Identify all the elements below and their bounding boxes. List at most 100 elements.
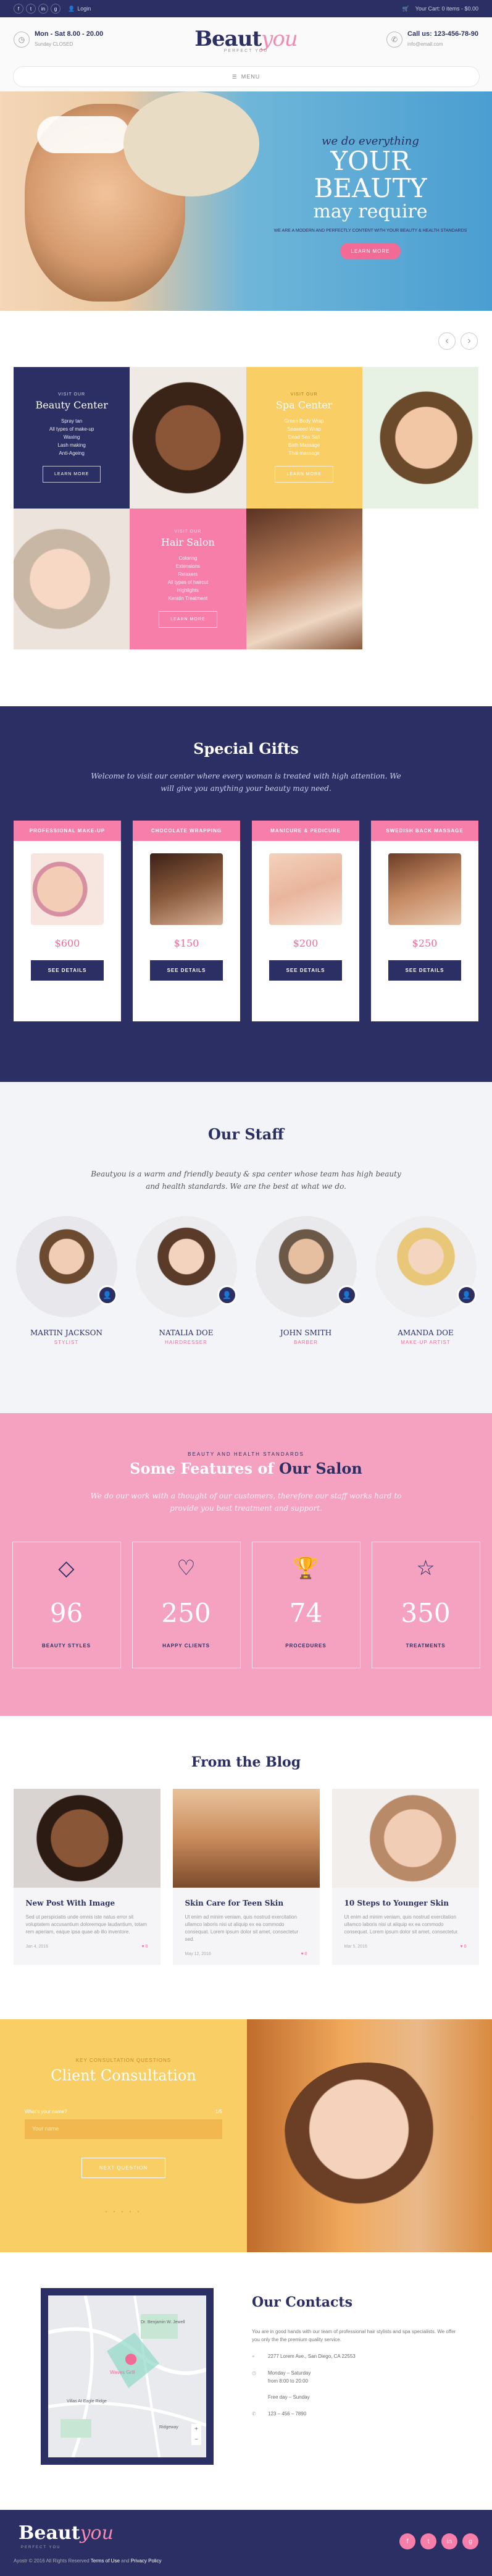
map-pin-icon[interactable]: ⬤ [125, 2352, 137, 2365]
gifts-subtitle: Welcome to visit our center where every … [91, 772, 401, 793]
gift-image [269, 853, 342, 925]
service-item: Relaxers [178, 572, 198, 578]
contacts-section: ⬤ Waves Grill Dr. Benjamin W. Jewell Vil… [0, 2252, 492, 2510]
menu-bar: ☰ MENU [0, 62, 492, 91]
service-title: Beauty Center [35, 399, 108, 412]
post-likes[interactable]: ♥ 0 [142, 1945, 148, 1949]
blog-post[interactable]: Skin Care for Teen Skin Ut enim ad minim… [172, 1789, 320, 1965]
staff-member[interactable]: 👤 MARTIN JACKSON STYLIST [15, 1216, 117, 1345]
staff-role: MAKE-UP ARTIST [401, 1340, 451, 1345]
cart-summary[interactable]: Your Cart: 0 items - $0.00 [415, 6, 478, 12]
contact-phone[interactable]: 123 – 456 – 7890 [268, 2410, 306, 2418]
map-label: Waves Grill [110, 2370, 135, 2375]
post-title[interactable]: Skin Care for Teen Skin [173, 1888, 320, 1907]
staff-member[interactable]: 👤 AMANDA DOE MAKE-UP ARTIST [375, 1216, 477, 1345]
next-arrow-icon[interactable]: › [461, 332, 478, 350]
post-excerpt: Ut enim ad minim veniam, quis nostrud ex… [344, 1914, 459, 1935]
gift-image [31, 853, 104, 925]
post-likes[interactable]: ♥ 0 [461, 1945, 467, 1949]
see-details-button[interactable]: SEE DETAILS [31, 960, 104, 981]
terms-link[interactable]: Terms of Use [91, 2558, 120, 2564]
post-title[interactable]: New Post With Image [14, 1888, 161, 1907]
footer-logo-main: Beaut [19, 2522, 80, 2544]
consultation-form: KEY CONSULTATION QUESTIONS Client Consul… [0, 2019, 247, 2252]
email-text[interactable]: info@email.com [407, 41, 443, 47]
facebook-icon[interactable]: f [14, 4, 23, 14]
twitter-icon[interactable]: t [420, 2533, 436, 2549]
consultation-section: KEY CONSULTATION QUESTIONS Client Consul… [0, 2019, 492, 2252]
learn-more-button[interactable]: LEARN MORE [275, 466, 333, 483]
blog-post[interactable]: New Post With Image Sed ut perspiciatis … [13, 1789, 161, 1965]
see-details-button[interactable]: SEE DETAILS [150, 960, 223, 981]
user-icon[interactable]: 👤 [217, 1285, 237, 1305]
stat-label: PROCEDURES [285, 1643, 327, 1649]
gift-card: SWEDISH BACK MASSAGE $250 SEE DETAILS [371, 821, 478, 1021]
service-image-makeup-brush [14, 508, 130, 649]
privacy-link[interactable]: Privacy Policy [131, 2558, 162, 2564]
pagination-dots[interactable]: • • • • • [0, 2209, 247, 2215]
phone-icon: ✆ [252, 2411, 256, 2417]
cart-icon[interactable]: 🛒 [402, 6, 409, 12]
google-plus-icon[interactable]: g [51, 4, 60, 14]
avatar: 👤 [255, 1216, 357, 1317]
see-details-button[interactable]: SEE DETAILS [269, 960, 342, 981]
contact-info: Our Contacts You are in good hands with … [252, 2294, 462, 2418]
post-image[interactable] [331, 1789, 479, 1888]
user-icon[interactable]: 👤 [456, 1285, 477, 1305]
user-icon: 👤 [68, 5, 75, 12]
gift-card-title: MANICURE & PEDICURE [252, 821, 359, 841]
name-input[interactable]: Your name [25, 2119, 222, 2139]
map-zoom-controls[interactable]: + − [191, 2424, 201, 2445]
login-link[interactable]: Login [77, 6, 91, 12]
gift-card-title: CHOCOLATE WRAPPING [133, 821, 240, 841]
learn-more-button[interactable]: LEARN MORE [159, 611, 217, 628]
twitter-icon[interactable]: t [26, 4, 36, 14]
copyright-and: and [119, 2558, 131, 2564]
stat-value: 96 [49, 1598, 83, 1628]
linkedin-icon[interactable]: in [38, 4, 48, 14]
service-item: All types of haircut [167, 580, 209, 586]
post-image[interactable] [172, 1789, 320, 1888]
menu-toggle[interactable]: ☰ MENU [12, 66, 480, 87]
learn-more-button[interactable]: LEARN MORE [42, 466, 101, 483]
hero-learn-more-button[interactable]: LEARN MORE [340, 243, 401, 260]
google-plus-icon[interactable]: g [462, 2533, 478, 2549]
prev-arrow-icon[interactable]: ‹ [438, 332, 456, 350]
consultation-image [247, 2019, 492, 2252]
contacts-title: Our Contacts [252, 2294, 352, 2310]
post-image[interactable] [13, 1789, 161, 1888]
service-item: Anti-Ageing [59, 450, 85, 457]
staff-name: NATALIA DOE [159, 1328, 214, 1337]
facebook-icon[interactable]: f [399, 2533, 415, 2549]
map[interactable]: ⬤ Waves Grill Dr. Benjamin W. Jewell Vil… [41, 2288, 214, 2465]
hamburger-icon: ☰ [231, 73, 238, 80]
features-subtitle: We do our work with a thought of our cus… [90, 1492, 402, 1513]
stat-value: 350 [401, 1598, 451, 1628]
post-title[interactable]: 10 Steps to Younger Skin [332, 1888, 479, 1907]
gift-image [388, 853, 461, 925]
staff-member[interactable]: 👤 JOHN SMITH BARBER [255, 1216, 357, 1345]
user-icon[interactable]: 👤 [97, 1285, 117, 1305]
blog-title: From the Blog [191, 1754, 301, 1770]
post-excerpt: Sed ut perspiciatis unde omnis iste natu… [25, 1914, 148, 1935]
service-item: Highlights [177, 588, 199, 594]
blog-post[interactable]: 10 Steps to Younger Skin Ut enim ad mini… [331, 1789, 479, 1965]
linkedin-icon[interactable]: in [441, 2533, 457, 2549]
consult-title: Client Consultation [51, 2067, 196, 2084]
next-question-button[interactable]: NEXT QUESTION [81, 2158, 166, 2178]
stat-box: 🏆 74 PROCEDURES [251, 1542, 361, 1668]
stat-label: HAPPY CLIENTS [162, 1643, 210, 1649]
staff-role: HAIRDRESSER [165, 1340, 207, 1345]
staff-name: JOHN SMITH [280, 1328, 332, 1337]
user-icon[interactable]: 👤 [336, 1285, 357, 1305]
logo[interactable]: Beautyou PERFECT YOU [174, 27, 318, 53]
footer-logo[interactable]: Beautyou [19, 2522, 114, 2544]
question-step: 1/5 [215, 2109, 222, 2114]
staff-member[interactable]: 👤 NATALIA DOE HAIRDRESSER [135, 1216, 237, 1345]
post-likes[interactable]: ♥ 0 [301, 1952, 307, 1956]
call-info: ✆ Call us: 123-456-78-90 info@email.com [318, 30, 478, 49]
gift-card: CHOCOLATE WRAPPING $150 SEE DETAILS [133, 821, 240, 1021]
features-title-a: Some Features of [130, 1459, 280, 1477]
see-details-button[interactable]: SEE DETAILS [388, 960, 461, 981]
gift-price: $600 [54, 937, 80, 949]
